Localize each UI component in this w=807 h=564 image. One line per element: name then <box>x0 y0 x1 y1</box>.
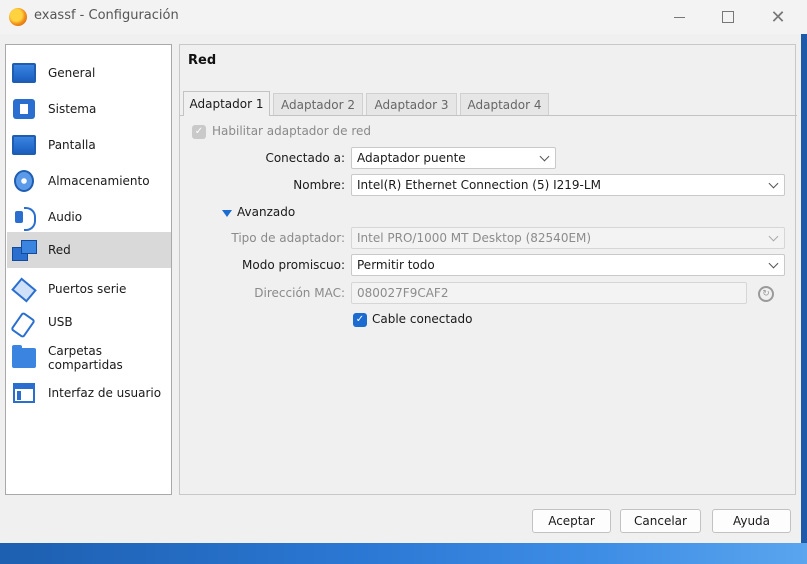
sidebar-item-general[interactable]: General <box>7 55 171 91</box>
window-title: exassf - Configuración <box>34 8 179 23</box>
promiscuous-mode-value: Permitir todo <box>357 258 435 272</box>
desktop-taskbar <box>0 543 807 564</box>
adapter-type-label: Tipo de adaptador: <box>231 231 345 245</box>
sidebar-item-pantalla[interactable]: Pantalla <box>7 127 171 163</box>
enable-adapter-checkbox[interactable]: ✓ <box>192 125 206 139</box>
sidebar-item-red[interactable]: Red <box>7 232 171 268</box>
sidebar-item-label: Red <box>48 243 71 257</box>
folder-icon <box>11 345 37 370</box>
tab-content: ✓ Habilitar adaptador de red Conectado a… <box>180 115 797 495</box>
promiscuous-mode-select[interactable]: Permitir todo <box>351 254 785 276</box>
tab-adaptador-3[interactable]: Adaptador 3 <box>366 93 457 115</box>
settings-panel: Red Adaptador 1 Adaptador 2 Adaptador 3 … <box>179 44 797 495</box>
display-icon <box>11 133 37 157</box>
network-icon <box>11 238 37 262</box>
disk-icon <box>11 169 37 193</box>
tab-adaptador-2[interactable]: Adaptador 2 <box>273 93 363 115</box>
sidebar-item-sistema[interactable]: Sistema <box>7 91 171 127</box>
sidebar-item-label: Sistema <box>48 102 97 116</box>
mac-address-label: Dirección MAC: <box>254 286 345 300</box>
desktop-background-strip <box>801 34 807 543</box>
sidebar-item-audio[interactable]: Audio <box>7 199 171 235</box>
sidebar-item-label: USB <box>48 315 73 329</box>
name-select[interactable]: Intel(R) Ethernet Connection (5) I219-LM <box>351 174 785 196</box>
expand-triangle-icon[interactable] <box>222 210 232 217</box>
maximize-button[interactable] <box>705 0 751 34</box>
sidebar-item-almacenamiento[interactable]: Almacenamiento <box>7 163 171 199</box>
adapter-type-select[interactable]: Intel PRO/1000 MT Desktop (82540EM) <box>351 227 785 249</box>
tab-adaptador-1[interactable]: Adaptador 1 <box>183 91 270 116</box>
sidebar-item-puertos-serie[interactable]: Puertos serie <box>7 271 171 307</box>
serial-port-icon <box>11 277 37 301</box>
page-title: Red <box>188 53 217 68</box>
connected-to-select[interactable]: Adaptador puente <box>351 147 556 169</box>
sidebar-item-label: Carpetas compartidas <box>48 344 123 372</box>
dialog-body: General Sistema Pantalla Almacenamiento … <box>0 34 807 544</box>
chevron-down-icon <box>539 151 550 162</box>
adapter-tabs: Adaptador 1 Adaptador 2 Adaptador 3 Adap… <box>180 91 797 116</box>
sidebar-item-interfaz-de-usuario[interactable]: Interfaz de usuario <box>7 375 171 411</box>
mac-address-field[interactable]: 080027F9CAF2 <box>351 282 747 304</box>
audio-icon <box>11 205 37 231</box>
chevron-down-icon <box>768 231 779 242</box>
usb-icon <box>11 310 37 334</box>
sidebar-item-usb[interactable]: USB <box>7 304 171 340</box>
help-button[interactable]: Ayuda <box>712 509 791 533</box>
title-bar: exassf - Configuración ✕ <box>0 0 807 34</box>
accept-button[interactable]: Aceptar <box>532 509 611 533</box>
adapter-type-value: Intel PRO/1000 MT Desktop (82540EM) <box>357 231 592 245</box>
sidebar-item-label: General <box>48 66 96 80</box>
close-button[interactable]: ✕ <box>755 0 801 34</box>
chip-icon <box>11 97 37 121</box>
sidebar-item-label: Puertos serie <box>48 282 127 296</box>
connected-to-label: Conectado a: <box>265 151 345 165</box>
sidebar-item-label: Interfaz de usuario <box>48 386 162 400</box>
user-interface-icon <box>11 381 37 405</box>
sidebar-item-label: Audio <box>48 210 83 224</box>
chevron-down-icon <box>768 178 779 189</box>
mac-address-value: 080027F9CAF2 <box>357 286 449 300</box>
advanced-toggle[interactable]: Avanzado <box>237 205 295 219</box>
virtualbox-app-icon <box>9 8 27 26</box>
enable-adapter-label: Habilitar adaptador de red <box>212 124 371 138</box>
cable-connected-checkbox[interactable]: ✓ <box>353 313 367 327</box>
tab-adaptador-4[interactable]: Adaptador 4 <box>460 93 549 115</box>
minimize-button[interactable] <box>656 0 702 34</box>
refresh-icon[interactable]: ↻ <box>758 286 774 302</box>
cable-connected-label: Cable conectado <box>372 312 473 326</box>
sidebar-item-label: Almacenamiento <box>48 174 150 188</box>
sidebar-item-carpetas-compartidas[interactable]: Carpetas compartidas <box>7 340 171 376</box>
name-label: Nombre: <box>293 178 345 192</box>
settings-sidebar: General Sistema Pantalla Almacenamiento … <box>5 44 172 495</box>
chevron-down-icon <box>768 258 779 269</box>
sidebar-item-label: Pantalla <box>48 138 96 152</box>
monitor-icon <box>11 61 37 85</box>
name-value: Intel(R) Ethernet Connection (5) I219-LM <box>357 178 601 192</box>
cancel-button[interactable]: Cancelar <box>620 509 701 533</box>
connected-to-value: Adaptador puente <box>357 151 466 165</box>
promiscuous-mode-label: Modo promiscuo: <box>242 258 345 272</box>
